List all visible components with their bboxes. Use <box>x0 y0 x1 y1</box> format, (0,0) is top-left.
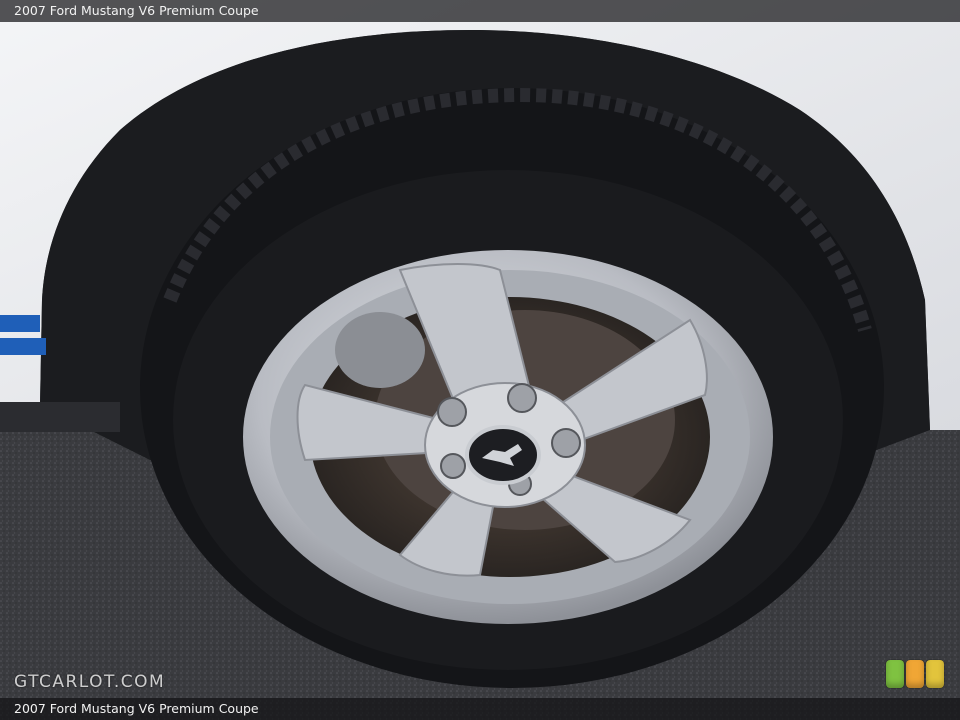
brake-caliper <box>335 312 425 388</box>
caption-top: 2007 Ford Mustang V6 Premium Coupe <box>0 0 960 22</box>
blue-stripe-lower <box>0 338 46 355</box>
rocker-panel <box>0 402 120 432</box>
green-badge <box>886 660 904 688</box>
orange-badge <box>906 660 924 688</box>
blue-stripe-upper <box>0 315 40 332</box>
caption-bottom: 2007 Ford Mustang V6 Premium Coupe <box>0 698 960 720</box>
wheel-photo <box>0 0 960 720</box>
yellow-badge <box>926 660 944 688</box>
site-watermark: GTCARLOT.COM <box>14 672 166 692</box>
